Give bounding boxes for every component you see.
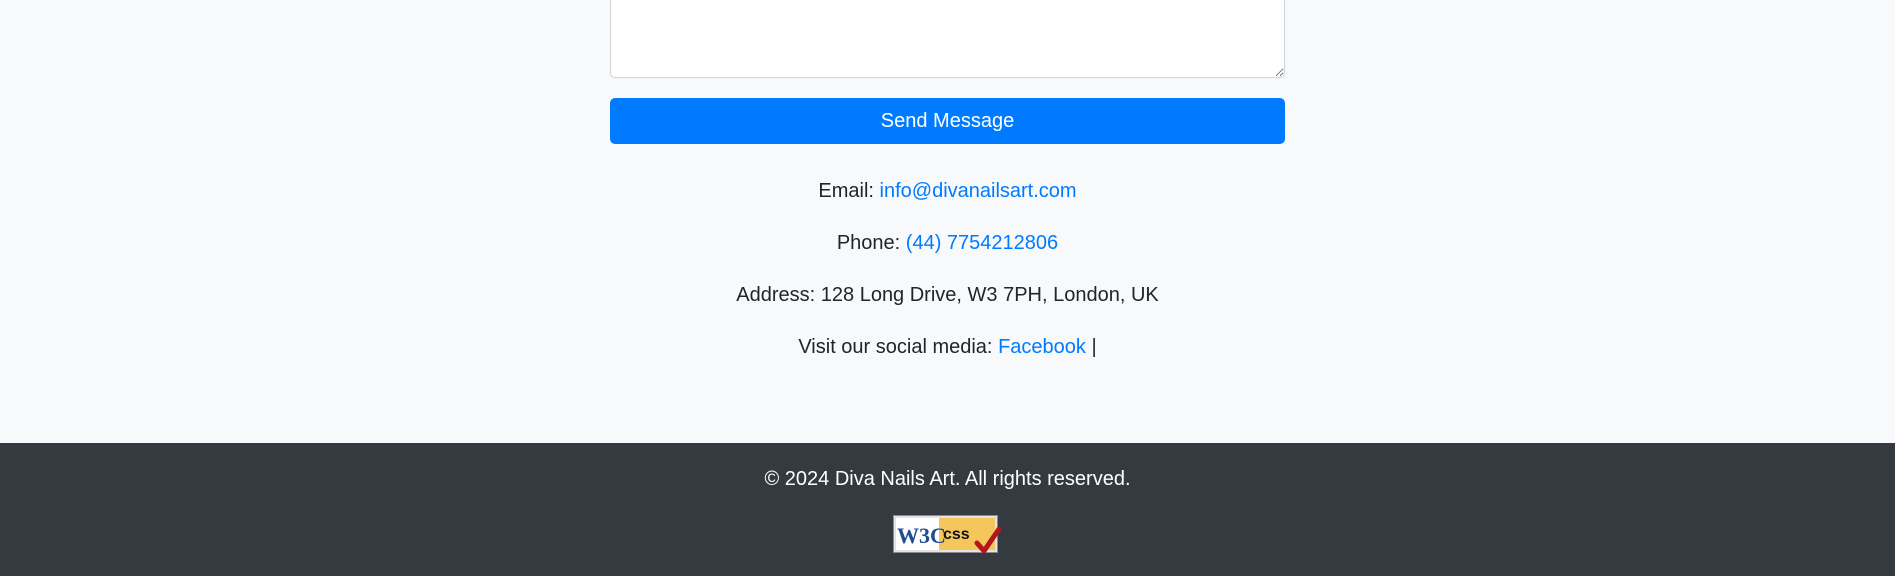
- message-textarea[interactable]: [610, 0, 1285, 78]
- email-line: Email: info@divanailsart.com: [0, 175, 1895, 227]
- phone-link[interactable]: (44) 7754212806: [906, 232, 1058, 254]
- page-footer: [0, 443, 1895, 576]
- contact-info: Email: info@divanailsart.com Phone: (44)…: [0, 175, 1895, 383]
- send-message-button[interactable]: Send Message: [610, 98, 1285, 144]
- w3c-css-badge-link[interactable]: W3C css: [893, 515, 1002, 555]
- css-logo-text: css: [943, 526, 970, 543]
- copyright-text: © 2024 Diva Nails Art. All rights reserv…: [764, 468, 1131, 490]
- social-line: Visit our social media: Facebook |: [0, 331, 1895, 383]
- contact-form: Send Message: [610, 0, 1285, 144]
- phone-line: Phone: (44) 7754212806: [0, 227, 1895, 279]
- social-label: Visit our social media:: [798, 336, 993, 358]
- phone-label: Phone:: [836, 232, 901, 254]
- contact-section: Send Message Email: info@divanailsart.co…: [0, 0, 1895, 443]
- email-label: Email:: [818, 180, 874, 202]
- w3c-css-badge-icon: W3C css: [893, 515, 1002, 554]
- email-link[interactable]: info@divanailsart.com: [880, 180, 1077, 202]
- social-separator: |: [1091, 336, 1097, 358]
- address-line: Address: 128 Long Drive, W3 7PH, London,…: [0, 279, 1895, 331]
- address-label: Address:: [736, 284, 816, 306]
- address-value: 128 Long Drive, W3 7PH, London, UK: [820, 284, 1159, 306]
- w3c-logo-text: W3C: [897, 523, 946, 548]
- facebook-link[interactable]: Facebook: [998, 336, 1086, 358]
